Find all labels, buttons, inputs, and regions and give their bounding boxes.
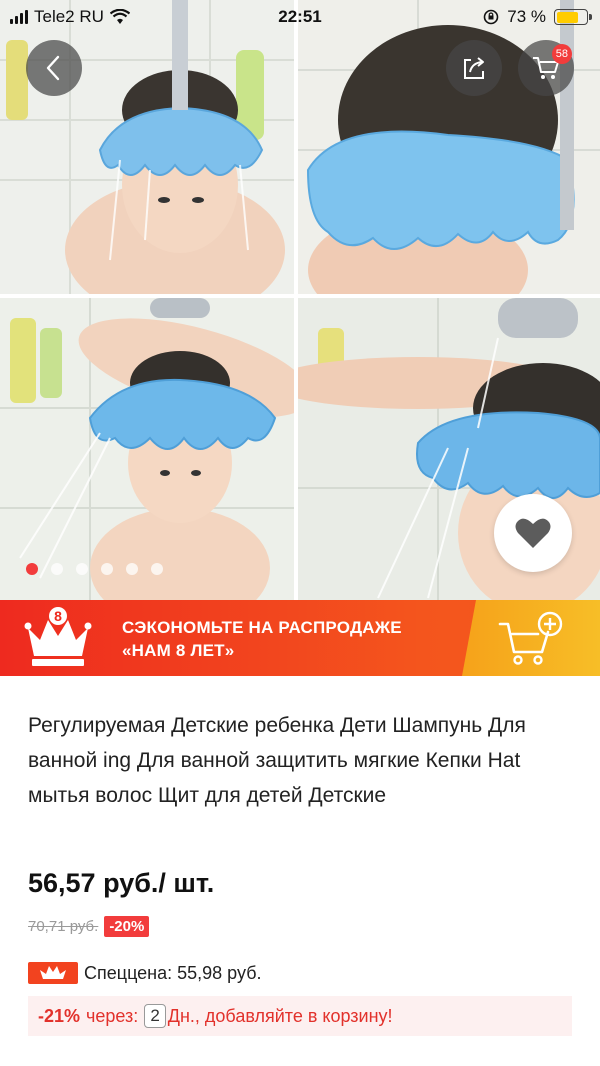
coupon-suffix: Дн., добавляйте в корзину! <box>167 1005 393 1026</box>
cart-count-badge: 58 <box>551 44 572 64</box>
pagination-dot[interactable] <box>126 563 138 575</box>
crown-icon <box>28 962 78 984</box>
coupon-percent: -21% <box>38 1005 81 1026</box>
share-icon <box>464 57 484 79</box>
cart-button[interactable]: 58 <box>518 40 574 96</box>
pagination-dot[interactable] <box>101 563 113 575</box>
promo-text: СЭКОНОМЬТЕ НА РАСПРОДАЖЕ «НАМ 8 ЛЕТ» <box>122 616 402 662</box>
add-to-cart-button[interactable] <box>462 600 600 676</box>
pagination-dot[interactable] <box>51 563 63 575</box>
promo-line-1: СЭКОНОМЬТЕ НА РАСПРОДАЖЕ <box>122 618 402 637</box>
old-price-row: 70,71 руб. -20% <box>28 916 150 937</box>
coupon-through: через: <box>86 1005 139 1026</box>
svg-text:8: 8 <box>54 608 62 624</box>
pagination-dot[interactable] <box>151 563 163 575</box>
back-button[interactable] <box>26 40 82 96</box>
special-price-row[interactable]: Спеццена: 55,98 руб. <box>28 962 262 984</box>
promo-line-2: «НАМ 8 ЛЕТ» <box>122 641 235 660</box>
battery-percent: 73 % <box>507 7 546 26</box>
discount-badge: -20% <box>104 916 150 937</box>
chevron-left-icon <box>46 55 60 81</box>
heart-icon <box>515 518 551 548</box>
promo-banner[interactable]: 8 СЭКОНОМЬТЕ НА РАСПРОДАЖЕ «НАМ 8 ЛЕТ» <box>0 600 600 676</box>
product-title: Регулируемая Детские ребенка Дети Шампун… <box>28 714 526 807</box>
coupon-banner[interactable]: -21% через: 2 Дн., добавляйте в корзину! <box>28 996 572 1036</box>
crown-8-icon: 8 <box>24 607 92 666</box>
product-photo-3 <box>0 298 294 600</box>
orientation-lock-icon <box>483 9 499 25</box>
special-price: Спеццена: 55,98 руб. <box>84 962 262 983</box>
battery-icon <box>554 9 592 25</box>
coupon-days: 2 <box>144 1004 166 1028</box>
status-bar: Tele2 RU 22:51 73 % <box>0 0 600 36</box>
gallery-pagination[interactable] <box>26 563 163 575</box>
pagination-dot-active[interactable] <box>26 563 38 575</box>
old-price: 70,71 руб. <box>28 918 99 935</box>
pagination-dot[interactable] <box>76 563 88 575</box>
product-price: 56,57 руб./ шт. <box>28 868 215 898</box>
share-button[interactable] <box>446 40 502 96</box>
favorite-button[interactable] <box>494 494 572 572</box>
cart-plus-icon <box>498 611 563 665</box>
